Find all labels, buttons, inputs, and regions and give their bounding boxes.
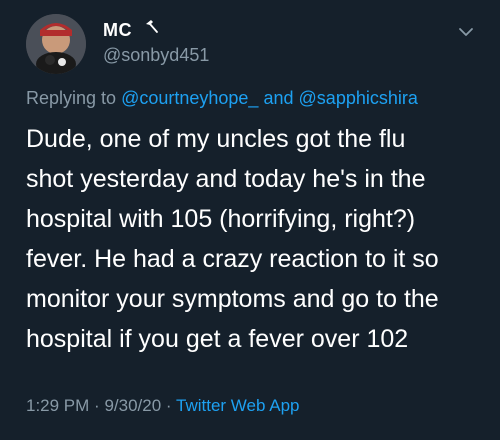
mention-link[interactable]: @courtneyhope_	[121, 88, 258, 108]
tweet: MC @sonbyd451 Replying to @courtneyhope_…	[0, 0, 500, 440]
tweet-line: shot yesterday and today he's in the	[26, 165, 426, 193]
tweet-text: Dude, one of my uncles got the flu shot …	[26, 119, 486, 359]
tweet-line: Dude, one of my uncles got the flu	[26, 125, 406, 153]
reply-context: Replying to @courtneyhope_ and @sapphics…	[26, 88, 418, 109]
avatar-icon	[26, 14, 86, 74]
reply-prefix: Replying to	[26, 88, 117, 108]
meta-separator: ·	[94, 396, 100, 415]
tweet-meta: 1:29 PM · 9/30/20 · Twitter Web App	[26, 396, 299, 416]
tweet-time[interactable]: 1:29 PM	[26, 396, 89, 415]
reply-conjunction[interactable]: and	[263, 88, 293, 108]
tweet-source[interactable]: Twitter Web App	[176, 396, 299, 415]
tweet-line: monitor your symptoms and go to the	[26, 285, 439, 313]
tweet-line: fever. He had a crazy reaction to it so	[26, 245, 439, 273]
tweet-line: hospital if you get a fever over 102	[26, 325, 409, 353]
tweet-line: hospital with 105 (horrifying, right?)	[26, 205, 416, 233]
chevron-down-icon[interactable]	[456, 22, 476, 42]
meta-separator: ·	[165, 396, 172, 415]
avatar[interactable]	[26, 14, 86, 74]
author-name[interactable]: MC	[103, 20, 132, 41]
hammer-icon	[146, 20, 158, 33]
mention-link[interactable]: @sapphicshira	[299, 88, 418, 108]
tweet-date[interactable]: 9/30/20	[104, 396, 161, 415]
author-handle[interactable]: @sonbyd451	[103, 45, 209, 66]
